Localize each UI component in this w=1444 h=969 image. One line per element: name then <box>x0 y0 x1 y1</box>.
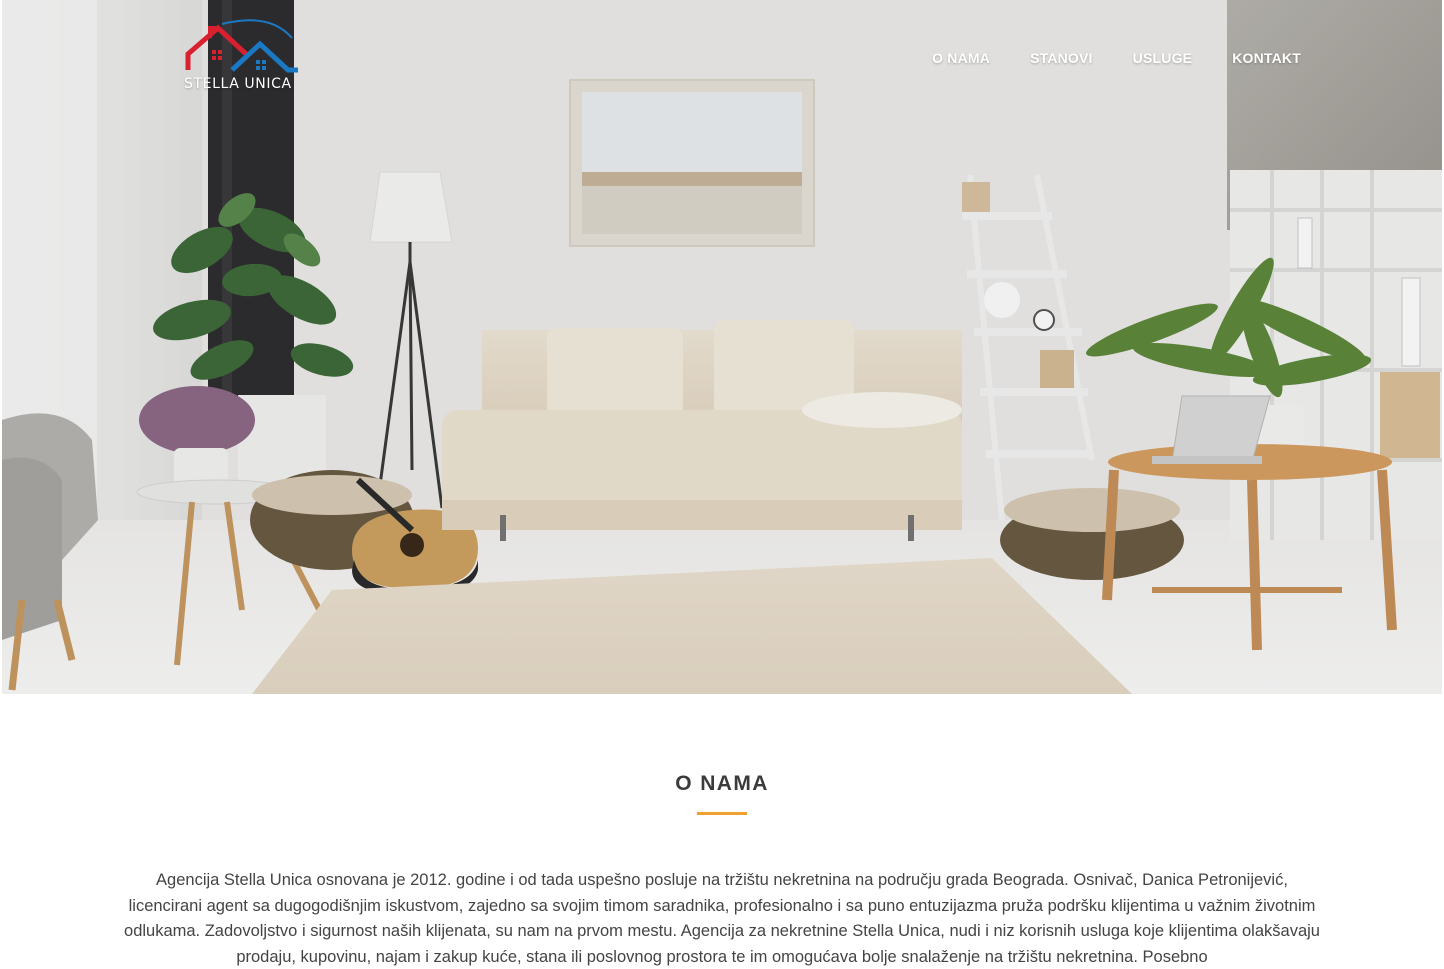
hero-living-room-image <box>2 0 1442 694</box>
house-roofs-logo-icon <box>185 19 298 73</box>
hero-banner: STELLA UNICA O NAMA STANOVI USLUGE KONTA… <box>2 0 1442 694</box>
nav-item-kontakt[interactable]: KONTAKT <box>1232 50 1301 66</box>
about-title: O NAMA <box>675 772 769 795</box>
nav-item-usluge[interactable]: USLUGE <box>1133 50 1193 66</box>
logo-text: STELLA UNICA <box>184 76 292 92</box>
main-nav: O NAMA STANOVI USLUGE KONTAKT <box>932 50 1301 66</box>
title-divider <box>697 812 747 815</box>
logo[interactable]: STELLA UNICA <box>180 14 310 98</box>
about-paragraph: Agencija Stella Unica osnovana je 2012. … <box>124 871 1320 966</box>
nav-item-stanovi[interactable]: STANOVI <box>1030 50 1093 66</box>
nav-item-o-nama[interactable]: O NAMA <box>932 50 990 66</box>
